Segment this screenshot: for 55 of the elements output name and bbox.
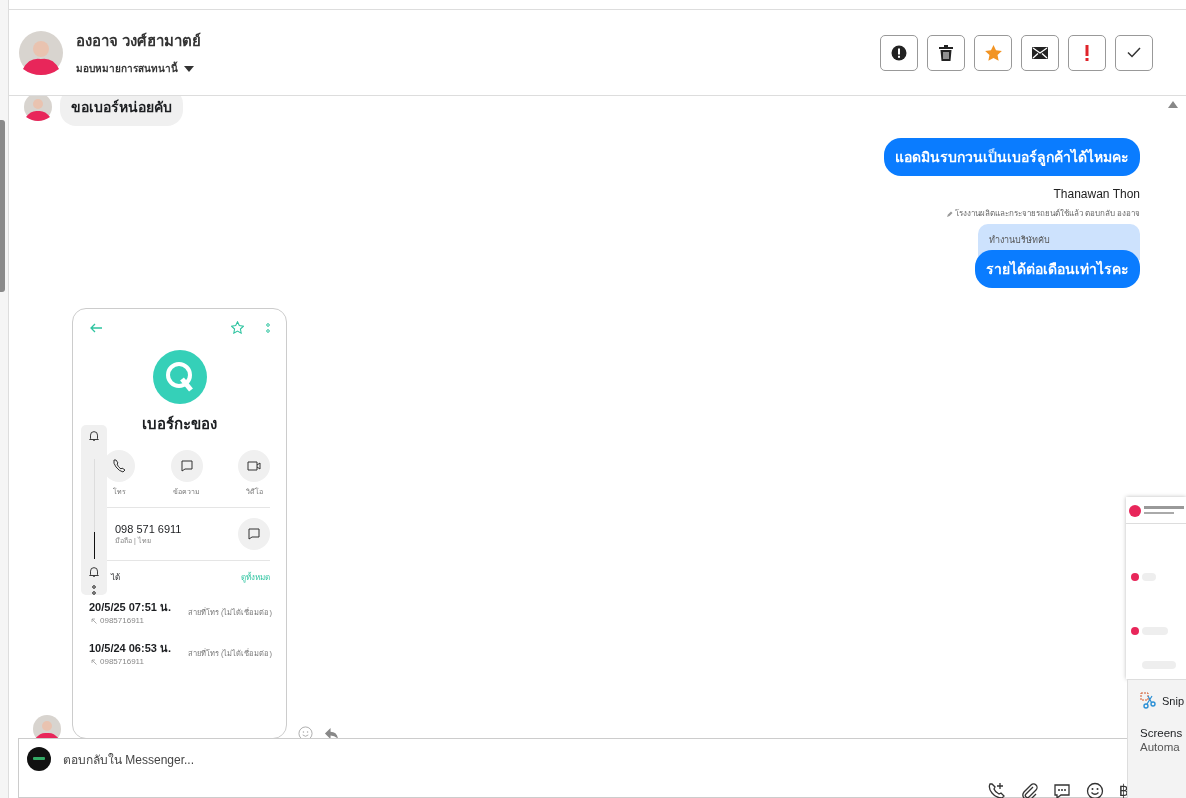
alert-button[interactable] <box>880 34 918 71</box>
star-icon <box>984 44 1002 61</box>
contact-avatar <box>152 350 207 404</box>
trash-icon <box>939 44 953 61</box>
paperclip-icon[interactable] <box>1019 781 1038 798</box>
star-button[interactable] <box>974 34 1012 71</box>
call-time: 10/5/24 06:53 น. <box>89 641 171 656</box>
exclamation-icon <box>1085 44 1089 61</box>
call-time: 20/5/25 07:51 น. <box>89 600 171 615</box>
toast-text: Automa <box>1140 741 1181 753</box>
outgoing-call-icon <box>91 617 97 624</box>
notification-toast[interactable]: Snip Screens Automa <box>1127 679 1186 798</box>
message-bubble: ขอเบอร์หน่อยคับ <box>60 96 183 126</box>
mail-icon <box>1032 46 1048 59</box>
call-number: 0985716911 <box>100 657 144 666</box>
pencil-icon <box>946 210 953 217</box>
scissors-icon <box>1140 692 1156 709</box>
emoji-icon[interactable] <box>1085 781 1104 798</box>
outgoing-call-icon <box>91 658 97 665</box>
message-bubble: รายได้ต่อเดือนเท่าไรคะ <box>975 250 1140 288</box>
section-title: ได้ <box>111 572 120 584</box>
chat-icon[interactable] <box>1052 781 1071 798</box>
trash-button[interactable] <box>927 34 965 71</box>
bell-icon[interactable] <box>87 429 101 443</box>
more-icon[interactable] <box>92 585 96 595</box>
check-icon <box>1127 47 1141 58</box>
bell-icon[interactable] <box>87 565 101 579</box>
assign-dropdown[interactable]: มอบหมายการสนทนานี้ <box>76 61 194 76</box>
back-arrow-icon <box>89 322 102 333</box>
alert-icon <box>891 44 907 61</box>
done-button[interactable] <box>1115 34 1153 71</box>
scroll-up-icon[interactable] <box>1168 101 1178 108</box>
avatar <box>24 96 52 121</box>
page-logo <box>27 747 51 771</box>
phone-number: 098 571 6911 <box>115 522 183 535</box>
reply-icon[interactable] <box>324 726 339 738</box>
message-bubble: แอดมินรบกวนเป็นเบอร์ลูกค้าได้ไหมคะ <box>884 138 1140 176</box>
toast-title: Screens <box>1140 727 1184 739</box>
caret-icon <box>184 65 194 72</box>
scrollbar-thumb[interactable] <box>0 120 5 292</box>
app-name: Snip <box>1162 694 1185 707</box>
contact-name: องอาจ วงศ์ฮามาตย์ <box>76 31 203 51</box>
sender-name: Thanawan Thon <box>1053 187 1140 201</box>
message-icon[interactable] <box>238 518 270 550</box>
contact-name: เบอร์กะของ <box>141 414 218 434</box>
star-icon <box>231 321 244 334</box>
message-icon[interactable] <box>170 450 203 482</box>
mail-button[interactable] <box>1021 34 1059 71</box>
reply-note: โรงงานผลิตและกระจายรถยนต์ใช้แล้ว ตอบกลับ องอาจ <box>954 208 1140 220</box>
call-number: 0985716911 <box>100 616 144 625</box>
add-call-icon[interactable] <box>986 781 1005 798</box>
important-button[interactable] <box>1068 34 1106 71</box>
video-icon[interactable] <box>238 450 270 482</box>
more-icon <box>266 322 270 333</box>
avatar <box>19 30 63 75</box>
